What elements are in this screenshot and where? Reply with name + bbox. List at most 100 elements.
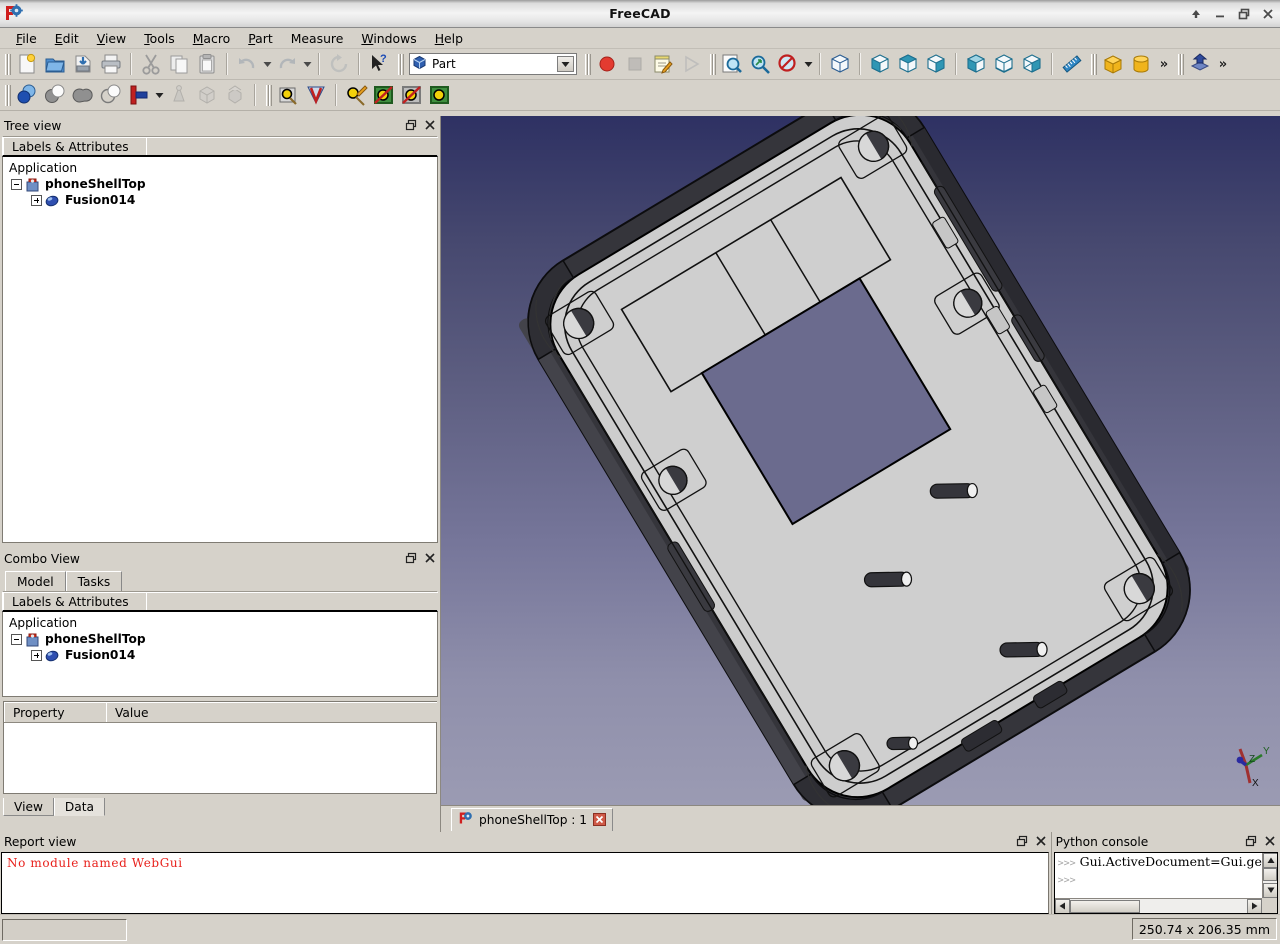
copy-icon[interactable] bbox=[165, 51, 193, 77]
section-cut-icon[interactable] bbox=[342, 82, 370, 108]
float-icon[interactable] bbox=[1016, 835, 1028, 847]
column-property[interactable]: Property bbox=[4, 702, 107, 722]
menu-windows[interactable]: Windows bbox=[352, 30, 425, 47]
tab-view[interactable]: View bbox=[3, 798, 54, 816]
column-labels-attributes[interactable]: Labels & Attributes bbox=[3, 137, 147, 155]
boolean-icon[interactable] bbox=[13, 82, 41, 108]
close-icon[interactable] bbox=[1264, 835, 1276, 847]
new-document-icon[interactable] bbox=[13, 51, 41, 77]
tree-node-phoneshelltop[interactable]: phoneShellTop bbox=[3, 176, 437, 192]
float-icon[interactable] bbox=[405, 552, 417, 564]
check-geometry-icon[interactable] bbox=[302, 82, 330, 108]
rear-view-icon[interactable] bbox=[962, 51, 990, 77]
toolbar-grip[interactable] bbox=[708, 53, 716, 76]
vscroll-thumb[interactable] bbox=[1263, 868, 1277, 881]
macro-record-icon[interactable] bbox=[593, 51, 621, 77]
tab-tasks[interactable]: Tasks bbox=[66, 571, 123, 591]
close-button[interactable] bbox=[1261, 7, 1276, 22]
chevron-down-icon[interactable] bbox=[557, 56, 574, 72]
draw-style-dropdown-icon[interactable] bbox=[802, 52, 814, 76]
menu-tools[interactable]: Tools bbox=[135, 30, 184, 47]
column-empty[interactable] bbox=[146, 592, 438, 610]
cut-icon[interactable] bbox=[137, 51, 165, 77]
compound-icon[interactable] bbox=[193, 82, 221, 108]
menu-edit[interactable]: Edit bbox=[46, 30, 88, 47]
menu-view[interactable]: View bbox=[88, 30, 135, 47]
close-document-icon[interactable] bbox=[593, 813, 606, 826]
tree-node-application[interactable]: Application bbox=[3, 160, 437, 176]
combo-tree-node-application[interactable]: Application bbox=[3, 615, 437, 631]
axonometric-view-icon[interactable] bbox=[826, 51, 854, 77]
column-value[interactable]: Value bbox=[106, 702, 437, 722]
shade-button[interactable] bbox=[1189, 7, 1204, 22]
measure-distance-icon[interactable] bbox=[1058, 51, 1086, 77]
print-document-icon[interactable] bbox=[97, 51, 125, 77]
cylinder-primitive-icon[interactable] bbox=[1127, 51, 1155, 77]
scroll-right-icon[interactable] bbox=[1247, 899, 1262, 914]
tab-model[interactable]: Model bbox=[5, 571, 66, 591]
scroll-left-icon[interactable] bbox=[1055, 899, 1070, 914]
python-console-body[interactable]: >>>Gui.ActiveDocument=Gui.getD >>> bbox=[1054, 852, 1278, 914]
ruled-surface-icon[interactable] bbox=[398, 82, 426, 108]
refresh-icon[interactable] bbox=[325, 51, 353, 77]
toolbar-overflow-icon[interactable]: » bbox=[1155, 52, 1173, 76]
combo-tree-node-phoneshelltop[interactable]: phoneShellTop bbox=[3, 631, 437, 647]
draw-style-icon[interactable] bbox=[774, 51, 802, 77]
split-icon[interactable] bbox=[165, 82, 193, 108]
hscroll-thumb[interactable] bbox=[1070, 900, 1140, 913]
tree-view-body[interactable]: Application phoneShellTop bbox=[2, 157, 438, 543]
bounding-box-icon[interactable] bbox=[274, 82, 302, 108]
cut-boolean-icon[interactable] bbox=[41, 82, 69, 108]
minimize-button[interactable] bbox=[1213, 7, 1228, 22]
front-view-icon[interactable] bbox=[866, 51, 894, 77]
open-document-icon[interactable] bbox=[41, 51, 69, 77]
macro-execute-icon[interactable] bbox=[677, 51, 705, 77]
python-console-vscrollbar[interactable] bbox=[1262, 853, 1277, 898]
menu-file[interactable]: File bbox=[7, 30, 46, 47]
column-labels-attributes[interactable]: Labels & Attributes bbox=[3, 592, 147, 610]
toolbar-grip[interactable] bbox=[3, 53, 11, 76]
whats-this-icon[interactable]: ? bbox=[365, 51, 393, 77]
toolbar-grip[interactable] bbox=[264, 84, 272, 107]
scroll-down-icon[interactable] bbox=[1263, 883, 1278, 898]
menu-measure[interactable]: Measure bbox=[282, 30, 353, 47]
collapse-toggle-icon[interactable] bbox=[11, 179, 22, 190]
property-rows[interactable] bbox=[4, 723, 436, 793]
redo-dropdown-icon[interactable] bbox=[301, 52, 313, 76]
toolbar-grip[interactable] bbox=[583, 53, 591, 76]
toolbar-grip[interactable] bbox=[1176, 53, 1184, 76]
maximize-button[interactable] bbox=[1237, 7, 1252, 22]
toolbar-grip[interactable] bbox=[396, 53, 404, 76]
collapse-toggle-icon[interactable] bbox=[11, 634, 22, 645]
intersection-boolean-icon[interactable] bbox=[97, 82, 125, 108]
paste-icon[interactable] bbox=[193, 51, 221, 77]
toolbar-grip[interactable] bbox=[3, 84, 11, 107]
save-document-icon[interactable] bbox=[69, 51, 97, 77]
report-view-body[interactable]: No module named WebGui bbox=[1, 852, 1049, 914]
toolbar-overflow-icon[interactable]: » bbox=[1214, 52, 1232, 76]
close-icon[interactable] bbox=[1035, 835, 1047, 847]
bottom-view-icon[interactable] bbox=[990, 51, 1018, 77]
column-empty[interactable] bbox=[146, 137, 438, 155]
fit-all-icon[interactable] bbox=[718, 51, 746, 77]
right-view-icon[interactable] bbox=[922, 51, 950, 77]
python-console-hscrollbar[interactable] bbox=[1055, 898, 1262, 913]
top-view-icon[interactable] bbox=[894, 51, 922, 77]
undo-dropdown-icon[interactable] bbox=[261, 52, 273, 76]
workbench-selector[interactable]: Part bbox=[409, 53, 577, 75]
combo-tree-node-fusion014[interactable]: Fusion014 bbox=[3, 647, 437, 663]
close-icon[interactable] bbox=[424, 552, 436, 564]
scroll-up-icon[interactable] bbox=[1263, 853, 1278, 868]
float-icon[interactable] bbox=[1245, 835, 1257, 847]
redo-icon[interactable] bbox=[273, 51, 301, 77]
compound-filter-icon[interactable] bbox=[221, 82, 249, 108]
close-icon[interactable] bbox=[424, 119, 436, 131]
menu-macro[interactable]: Macro bbox=[184, 30, 240, 47]
tree-node-fusion014[interactable]: Fusion014 bbox=[3, 192, 437, 208]
toolbar-grip[interactable] bbox=[1089, 53, 1097, 76]
extrude-icon[interactable] bbox=[1186, 51, 1214, 77]
expand-toggle-icon[interactable] bbox=[31, 650, 42, 661]
expand-toggle-icon[interactable] bbox=[31, 195, 42, 206]
document-tab-phoneshelltop[interactable]: phoneShellTop : 1 bbox=[451, 808, 613, 831]
fit-selection-icon[interactable] bbox=[746, 51, 774, 77]
